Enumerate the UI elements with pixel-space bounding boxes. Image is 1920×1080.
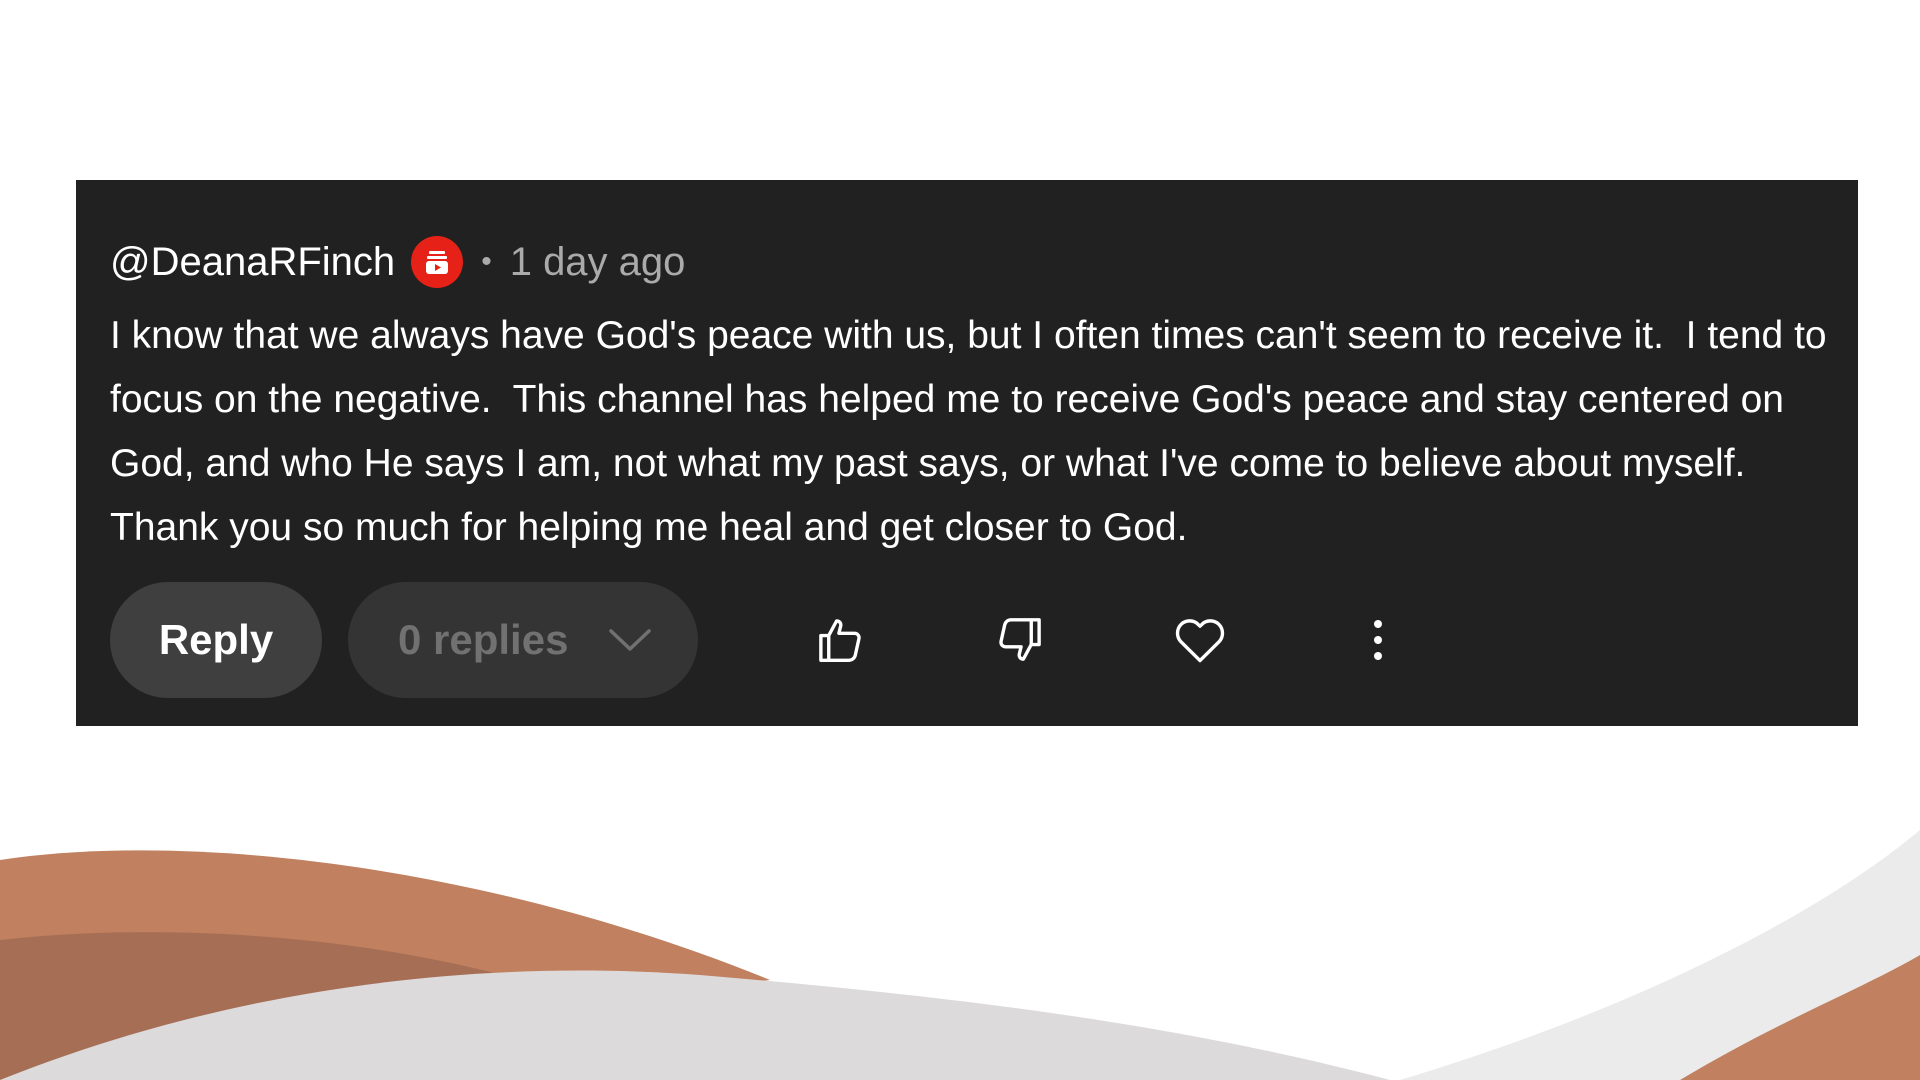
- comment-actions: Reply 0 replies: [110, 582, 1810, 698]
- replies-button[interactable]: 0 replies: [348, 582, 698, 698]
- reply-button[interactable]: Reply: [110, 582, 322, 698]
- more-vertical-icon: [1374, 620, 1382, 660]
- like-button[interactable]: [810, 610, 870, 670]
- dislike-button[interactable]: [990, 610, 1050, 670]
- thumbs-up-icon: [819, 619, 861, 662]
- more-options-button[interactable]: [1348, 610, 1408, 670]
- comment-timestamp[interactable]: 1 day ago: [510, 232, 686, 292]
- creator-badge-icon: [411, 236, 464, 288]
- author-handle[interactable]: @DeanaRFinch: [110, 232, 395, 292]
- thumbs-down-icon: [999, 618, 1041, 661]
- comment-card: @DeanaRFinch • 1 day ago I know that we …: [76, 180, 1858, 726]
- replies-label: 0 replies: [398, 616, 569, 663]
- heart-icon: [1175, 619, 1225, 663]
- comment-text: I know that we always have God's peace w…: [110, 314, 1838, 549]
- chevron-down-icon: [609, 629, 651, 651]
- separator-dot: •: [481, 245, 492, 278]
- comment-header: @DeanaRFinch • 1 day ago: [110, 232, 685, 292]
- heart-button[interactable]: [1170, 610, 1230, 670]
